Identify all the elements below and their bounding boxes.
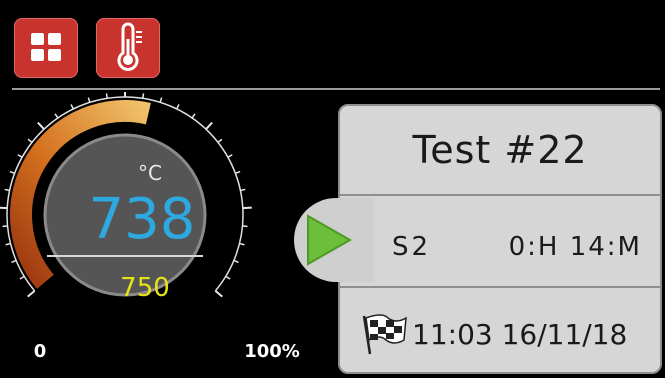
play-icon xyxy=(307,214,353,266)
gauge-tick xyxy=(240,188,246,192)
gauge-tick xyxy=(239,242,245,246)
gauge-min-label: 0 xyxy=(34,341,47,362)
gauge-tick xyxy=(4,188,10,192)
play-button[interactable] xyxy=(294,198,374,282)
gauge-setpoint-value: 750 xyxy=(120,273,170,303)
gauge-tick xyxy=(233,259,239,264)
gauge-max-label: 100% xyxy=(244,341,300,362)
gauge-tick xyxy=(227,154,233,158)
grid-button[interactable] xyxy=(14,18,78,78)
gauge-tick xyxy=(105,93,108,99)
gauge-tick xyxy=(17,154,23,158)
gauge-tick xyxy=(214,290,223,298)
gauge-tick xyxy=(37,121,45,130)
card-divider xyxy=(340,286,660,288)
temperature-gauge: °C 738 750 0 100% xyxy=(0,92,300,362)
gauge-tick xyxy=(176,104,180,110)
gauge-unit: °C xyxy=(138,161,162,185)
gauge-tick xyxy=(205,121,213,130)
gauge-tick xyxy=(9,170,15,175)
gauge-current-value: 738 xyxy=(89,187,196,252)
gauge-tick xyxy=(27,290,36,298)
gauge-tick xyxy=(217,138,223,143)
grid-icon xyxy=(31,33,61,61)
gauge-tick xyxy=(70,104,74,110)
gauge-tick xyxy=(225,275,231,280)
header-divider xyxy=(12,88,660,90)
checkered-flag-icon xyxy=(362,314,407,355)
finish-datetime: 11:03 16/11/18 xyxy=(412,318,628,351)
gauge-tick xyxy=(27,138,33,143)
gauge-tick xyxy=(54,113,59,119)
gauge-tick xyxy=(242,206,252,210)
card-divider xyxy=(340,194,660,196)
gauge-tick xyxy=(235,170,241,175)
duration-label: 0:H 14:M xyxy=(508,232,642,262)
test-card[interactable]: Test #22 S2 0:H 14:M 11:03 16/11/18 xyxy=(338,104,662,374)
gauge-tick xyxy=(19,275,25,280)
gauge-tick xyxy=(159,97,163,103)
gauge-tick xyxy=(11,259,17,264)
thermometer-icon xyxy=(117,22,142,71)
gauge-tick xyxy=(191,113,196,119)
temperature-button[interactable] xyxy=(96,18,160,78)
gauge-tick xyxy=(0,206,8,210)
gauge-tick xyxy=(87,97,91,103)
stage-label: S2 xyxy=(392,232,432,262)
test-title: Test #22 xyxy=(412,128,588,172)
gauge-tick xyxy=(5,242,11,246)
gauge-tick xyxy=(142,93,145,99)
